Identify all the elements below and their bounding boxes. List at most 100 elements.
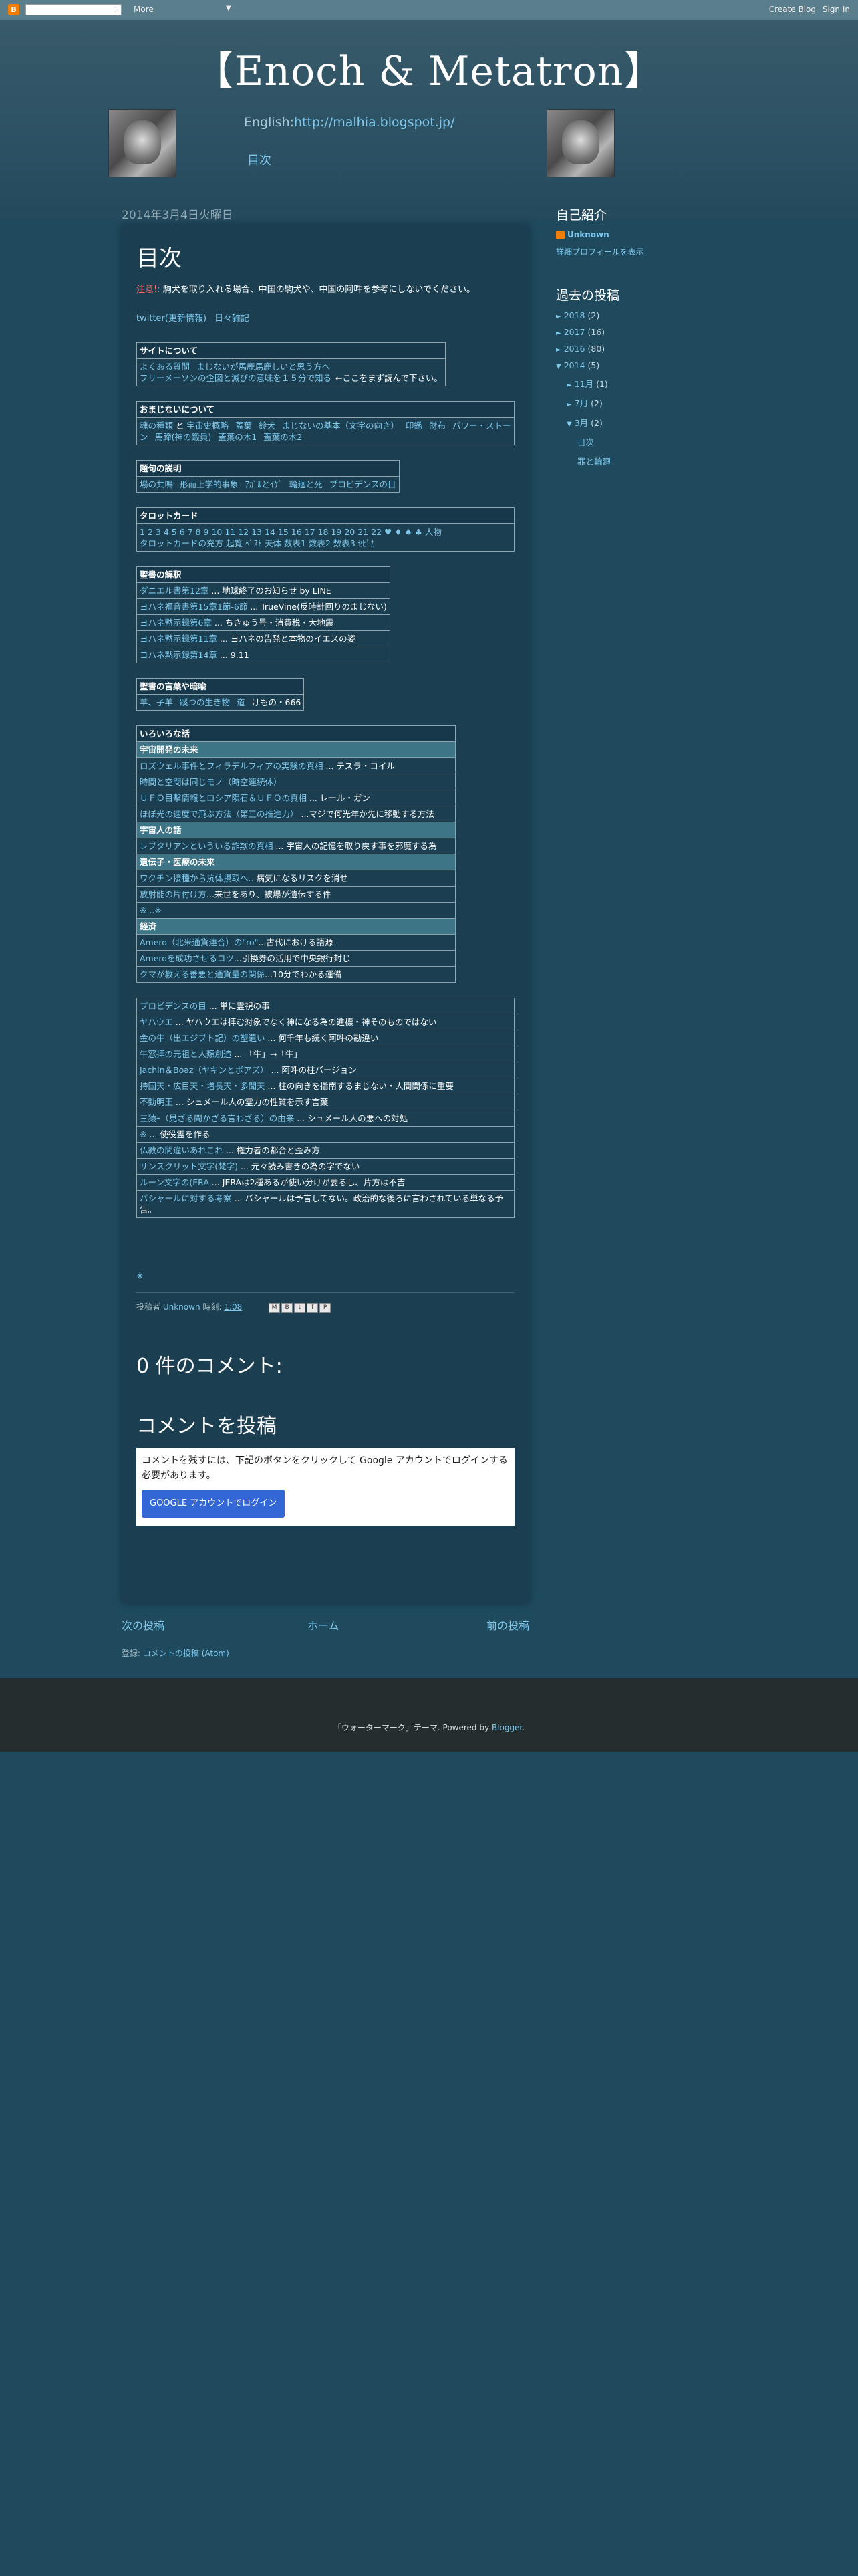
topic-link[interactable]: 放射能の片付け方 [140, 889, 206, 899]
tarot-card-link[interactable]: 19 [331, 527, 341, 537]
misc-link[interactable]: 三猿ｰ（見ざる聞かざる言わざる）の由来 [140, 1113, 294, 1123]
facebook-share-icon[interactable]: f [307, 1303, 319, 1313]
header-toc-link[interactable]: 目次 [247, 151, 271, 168]
tarot-card-link[interactable]: 14 [265, 527, 275, 537]
archive-link[interactable]: 11月 [575, 379, 593, 389]
majinai-link[interactable]: 蓋葉 [235, 421, 252, 431]
majinai-link[interactable]: まじないの基本（文字の向き） [282, 421, 399, 431]
term-link[interactable]: 場の共鳴 [140, 479, 173, 489]
misc-link[interactable]: サンスクリット文字(梵字) [140, 1161, 238, 1171]
term-link[interactable]: 輪廻と死 [289, 479, 323, 489]
archive-link[interactable]: 2014 [564, 360, 585, 370]
tarot-card-link[interactable]: ♣ [415, 527, 422, 537]
majinai-link[interactable]: 蓋葉の木2 [263, 432, 302, 442]
search-icon[interactable]: ⌕ [115, 5, 119, 15]
english-site-link[interactable]: http://malhia.blogspot.jp/ [294, 115, 454, 130]
misc-link[interactable]: 牛窓拝の元祖と人類創造 [140, 1049, 232, 1059]
tarot-card-link[interactable]: 18 [318, 527, 329, 537]
profile-name-link[interactable]: Unknown [567, 230, 609, 239]
tarot-card-link[interactable]: 2 [148, 527, 153, 537]
tarot-card-link[interactable]: ♥ [384, 527, 392, 537]
blogger-logo-icon[interactable]: B [8, 4, 19, 15]
bible-link[interactable]: ヨハネ黙示録第11章 [140, 634, 217, 644]
term-link[interactable]: 形而上学的事象 [180, 479, 239, 489]
triangle-right-icon[interactable]: ► [567, 401, 572, 408]
home-link[interactable]: ホーム [307, 1617, 339, 1633]
post-time-link[interactable]: 1:08 [224, 1302, 242, 1312]
tarot-info-link[interactable]: ｾﾋﾟｶ [358, 538, 375, 548]
archive-link[interactable]: 目次 [577, 437, 594, 447]
tarot-card-link[interactable]: 13 [251, 527, 262, 537]
misc-link[interactable]: ヤハウエ [140, 1017, 173, 1027]
newer-post-link[interactable]: 次の投稿 [122, 1617, 164, 1633]
tarot-card-link[interactable]: ♠ [404, 527, 412, 537]
search-input[interactable]: ⌕ [25, 4, 122, 15]
atom-feed-link[interactable]: コメントの投稿 (Atom) [143, 1649, 229, 1658]
word-link[interactable]: 道 [237, 697, 245, 707]
tarot-info-link[interactable]: タロットカードの充方 [140, 538, 223, 548]
majinai-link[interactable]: 宇宙史概略 [187, 421, 229, 431]
bible-link[interactable]: ヨハネ福音書第15章1節-6節 [140, 602, 247, 612]
misc-link[interactable]: プロビデンスの目 [140, 1001, 206, 1011]
tarot-info-link[interactable]: ﾍﾞｽﾄ [245, 538, 262, 548]
majinai-link[interactable]: 印鑑 [406, 421, 422, 431]
misc-link[interactable]: ※ [140, 1129, 146, 1139]
twitter-share-icon[interactable]: t [294, 1303, 306, 1313]
tarot-card-link[interactable]: 9 [204, 527, 209, 537]
misc-link[interactable]: Jachin＆Boaz（ヤキンとボアズ） [140, 1065, 269, 1075]
tarot-info-link[interactable]: 数表2 [309, 538, 331, 548]
majinai-link[interactable]: 馬蹄(神の鍛員) [155, 432, 212, 442]
archive-link[interactable]: 罪と輪廻 [577, 457, 611, 467]
diary-link[interactable]: 日々雑記 [214, 314, 249, 324]
tarot-card-link[interactable]: 11 [225, 527, 235, 537]
topic-link[interactable]: レプタリアンといういる詐欺の真相 [140, 841, 273, 851]
tarot-card-link[interactable]: 10 [211, 527, 222, 537]
tarot-info-link[interactable]: 天体 [265, 538, 281, 548]
tarot-card-link[interactable]: 人物 [425, 527, 442, 537]
tarot-info-link[interactable]: 数表3 [333, 538, 355, 548]
bible-link[interactable]: ヨハネ黙示録第6章 [140, 618, 212, 628]
blogthis-share-icon[interactable]: B [281, 1303, 293, 1313]
profile-detail-link[interactable]: 詳細プロフィールを表示 [556, 247, 644, 257]
tarot-card-link[interactable]: 6 [180, 527, 185, 537]
star-link[interactable]: ※ [136, 1272, 515, 1282]
tarot-card-link[interactable]: 7 [188, 527, 193, 537]
more-menu[interactable]: More [134, 5, 154, 14]
topic-link[interactable]: ワクチン接種から抗体摂取へ... [140, 873, 256, 883]
triangle-right-icon[interactable]: ► [556, 346, 561, 354]
topic-link[interactable]: 時間と空間は同じモノ（時空連続体） [140, 777, 282, 787]
misc-link[interactable]: 持国天・広目天・増長天・多聞天 [140, 1081, 265, 1091]
topic-link[interactable]: ＵＦＯ目撃情報とロシア隕石＆ＵＦＯの真相 [140, 793, 307, 803]
bible-link[interactable]: ダニエル書第12章 [140, 586, 208, 596]
word-link[interactable]: 蹊つの生き物 [180, 697, 230, 707]
google-login-button[interactable]: GOOGLE アカウントでログイン [142, 1490, 285, 1518]
bible-link[interactable]: ヨハネ黙示録第14章 [140, 650, 217, 660]
tarot-card-link[interactable]: 3 [156, 527, 161, 537]
term-link[interactable]: プロビデンスの目 [329, 479, 396, 489]
tarot-card-link[interactable]: 21 [358, 527, 368, 537]
majinai-link[interactable]: 財布 [429, 421, 446, 431]
triangle-right-icon[interactable]: ► [567, 382, 572, 389]
create-blog-link[interactable]: Create Blog [769, 5, 816, 14]
chevron-down-icon[interactable]: ▼ [226, 5, 231, 12]
email-share-icon[interactable]: M [269, 1303, 281, 1313]
tarot-info-link[interactable]: 起覧 [226, 538, 243, 548]
tarot-card-link[interactable]: 17 [305, 527, 315, 537]
misc-link[interactable]: 不動明王 [140, 1097, 173, 1107]
skeptic-link[interactable]: まじないが馬鹿馬鹿しいと思う方へ [196, 362, 330, 372]
blogger-link[interactable]: Blogger [492, 1723, 522, 1732]
tarot-card-link[interactable]: 15 [278, 527, 289, 537]
tarot-card-link[interactable]: 8 [196, 527, 201, 537]
triangle-down-icon[interactable]: ▼ [567, 421, 572, 428]
twitter-link[interactable]: twitter(更新情報) [136, 314, 206, 324]
author-link[interactable]: Unknown [163, 1302, 200, 1312]
blog-title[interactable]: 【Enoch & Metatron】 [0, 39, 858, 97]
pinterest-share-icon[interactable]: P [319, 1303, 331, 1313]
topic-link[interactable]: クマが教える善悪と通貨量の関係 [140, 969, 265, 979]
misc-link[interactable]: 金の牛（出エジプト記）の塑遺い [140, 1033, 265, 1043]
misc-link[interactable]: ルーン文字の(ERA [140, 1177, 209, 1187]
misc-link[interactable]: バシャールに対する考察 [140, 1193, 232, 1203]
archive-link[interactable]: 2016 [564, 344, 585, 354]
tarot-card-link[interactable]: 5 [172, 527, 177, 537]
archive-link[interactable]: 3月 [575, 418, 588, 428]
